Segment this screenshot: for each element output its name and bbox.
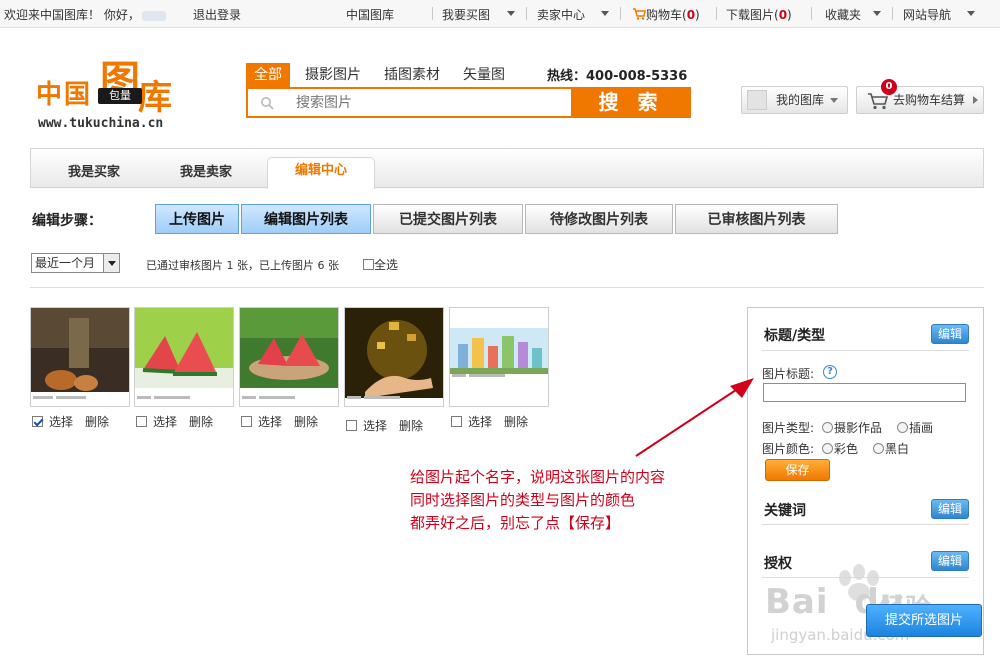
type-option-photo[interactable]: 摄影作品 bbox=[822, 419, 882, 436]
search-icon bbox=[261, 97, 274, 110]
color-label: 图片颜色: bbox=[762, 442, 815, 456]
select-checkbox[interactable] bbox=[451, 416, 462, 427]
search-input[interactable] bbox=[296, 92, 566, 114]
delete-link[interactable]: 删除 bbox=[85, 415, 109, 429]
search-tab-photo[interactable]: 摄影图片 bbox=[305, 63, 361, 87]
avatar bbox=[747, 90, 767, 110]
help-icon[interactable]: ? bbox=[823, 365, 837, 379]
select-all-checkbox[interactable] bbox=[363, 259, 374, 270]
section-title-type: 标题/类型 bbox=[764, 328, 826, 344]
watermelon-plate-image bbox=[240, 308, 338, 406]
site-nav-menu[interactable]: 网站导航 bbox=[903, 6, 951, 23]
image-thumbnail[interactable] bbox=[449, 307, 549, 407]
site-logo[interactable]: 中国 图 库 包量 www.tukuchina.cn bbox=[36, 46, 186, 132]
search-tab-illustration[interactable]: 插图素材 bbox=[384, 63, 440, 87]
upload-summary: 已通过审核图片 1 张，已上传图片 6 张 bbox=[146, 259, 339, 272]
top-bar: 欢迎来中国图库！ 你好， 退出登录 中国图库 我要买图 卖家中心 购物车(0) … bbox=[0, 0, 1000, 28]
chevron-down-icon[interactable] bbox=[967, 11, 975, 16]
color-option-bw[interactable]: 黑白 bbox=[873, 440, 909, 457]
chevron-down-icon[interactable] bbox=[507, 11, 515, 16]
step-upload[interactable]: 上传图片 bbox=[155, 204, 239, 234]
download-count: 0 bbox=[778, 8, 788, 22]
food-dark-image bbox=[31, 308, 129, 406]
select-checkbox[interactable] bbox=[32, 416, 43, 427]
divider bbox=[30, 287, 984, 288]
image-thumbnail[interactable] bbox=[134, 307, 234, 407]
buy-menu[interactable]: 我要买图 bbox=[442, 6, 490, 23]
delete-link[interactable]: 删除 bbox=[399, 419, 423, 433]
select-checkbox[interactable] bbox=[241, 416, 252, 427]
download-link[interactable]: 下载图片(0) bbox=[726, 6, 792, 23]
select-checkbox[interactable] bbox=[136, 416, 147, 427]
thumbnail-actions: 选择 删除 bbox=[451, 413, 528, 430]
step-submitted-list[interactable]: 已提交图片列表 bbox=[373, 204, 523, 234]
select-all[interactable]: 全选 bbox=[363, 256, 398, 273]
delete-link[interactable]: 删除 bbox=[189, 415, 213, 429]
favorites-menu[interactable]: 收藏夹 bbox=[825, 6, 861, 23]
home-link[interactable]: 中国图库 bbox=[346, 6, 394, 23]
main-tabs: 我是买家 我是卖家 编辑中心 bbox=[30, 148, 984, 189]
thumbnail-actions: 选择 删除 bbox=[346, 417, 423, 434]
steps-label: 编辑步骤： bbox=[32, 213, 102, 229]
city-illustration-image bbox=[450, 308, 548, 406]
search-tab-all[interactable]: 全部 bbox=[246, 63, 290, 87]
select-checkbox[interactable] bbox=[346, 420, 357, 431]
thumbnail-actions: 选择 删除 bbox=[32, 413, 109, 430]
image-thumbnail[interactable] bbox=[239, 307, 339, 407]
hand-gold-image bbox=[345, 308, 443, 406]
chevron-down-icon[interactable] bbox=[601, 11, 609, 16]
submit-selected-button[interactable]: 提交所选图片 bbox=[866, 604, 982, 637]
watermelon-green-image bbox=[135, 308, 233, 406]
annotation-arrow-icon bbox=[635, 378, 754, 457]
section-title-keywords: 关键词 bbox=[764, 503, 806, 519]
edit-title-button[interactable]: 编辑 bbox=[931, 324, 969, 344]
my-library-button[interactable]: 我的图库 bbox=[741, 86, 848, 114]
thumbnail-actions: 选择 删除 bbox=[241, 413, 318, 430]
cart-badge: 0 bbox=[881, 79, 897, 95]
edit-keywords-button[interactable]: 编辑 bbox=[931, 499, 969, 519]
tab-edit-center[interactable]: 编辑中心 bbox=[267, 157, 375, 189]
type-option-illustration[interactable]: 插画 bbox=[897, 419, 933, 436]
chevron-down-icon[interactable] bbox=[873, 11, 881, 16]
tab-buyer[interactable]: 我是买家 bbox=[68, 161, 120, 180]
chevron-down-icon bbox=[830, 98, 838, 103]
seller-menu[interactable]: 卖家中心 bbox=[537, 6, 585, 23]
save-button[interactable]: 保存 bbox=[765, 459, 830, 481]
username-blurred bbox=[141, 10, 166, 21]
thumbnail-actions: 选择 删除 bbox=[136, 413, 213, 430]
search-tab-vector[interactable]: 矢量图 bbox=[463, 63, 505, 87]
delete-link[interactable]: 删除 bbox=[294, 415, 318, 429]
color-option-color[interactable]: 彩色 bbox=[822, 440, 858, 457]
cart-checkout-button[interactable]: 去购物车结算 bbox=[856, 86, 984, 114]
image-thumbnail[interactable] bbox=[30, 307, 130, 407]
title-label: 图片标题: bbox=[762, 367, 815, 381]
hotline: 热线：400-008-5336 bbox=[547, 69, 688, 84]
tab-seller[interactable]: 我是卖家 bbox=[180, 161, 232, 180]
step-edit-list[interactable]: 编辑图片列表 bbox=[241, 204, 371, 234]
image-thumbnail[interactable] bbox=[344, 307, 444, 407]
chevron-down-icon bbox=[103, 254, 119, 272]
cart-count: 0 bbox=[686, 8, 696, 22]
shopping-cart-icon bbox=[868, 93, 889, 110]
title-input[interactable] bbox=[763, 383, 966, 402]
cart-icon bbox=[633, 8, 646, 20]
search-button[interactable]: 搜 索 bbox=[571, 87, 691, 118]
logout-link[interactable]: 退出登录 bbox=[193, 6, 241, 23]
step-to-modify-list[interactable]: 待修改图片列表 bbox=[525, 204, 673, 234]
type-label: 图片类型: bbox=[762, 421, 815, 435]
time-range-select[interactable]: 最近一个月 bbox=[31, 253, 120, 273]
cart-link[interactable]: 购物车(0) bbox=[633, 6, 700, 23]
welcome-text: 欢迎来中国图库！ 你好， bbox=[4, 6, 168, 23]
chevron-right-icon bbox=[973, 96, 978, 104]
logo-url: www.tukuchina.cn bbox=[38, 116, 164, 131]
step-reviewed-list[interactable]: 已审核图片列表 bbox=[675, 204, 838, 234]
delete-link[interactable]: 删除 bbox=[504, 415, 528, 429]
annotation-text: 给图片起个名字，说明这张图片的内容 同时选择图片的类型与图片的颜色 都弄好之后，… bbox=[410, 468, 666, 532]
